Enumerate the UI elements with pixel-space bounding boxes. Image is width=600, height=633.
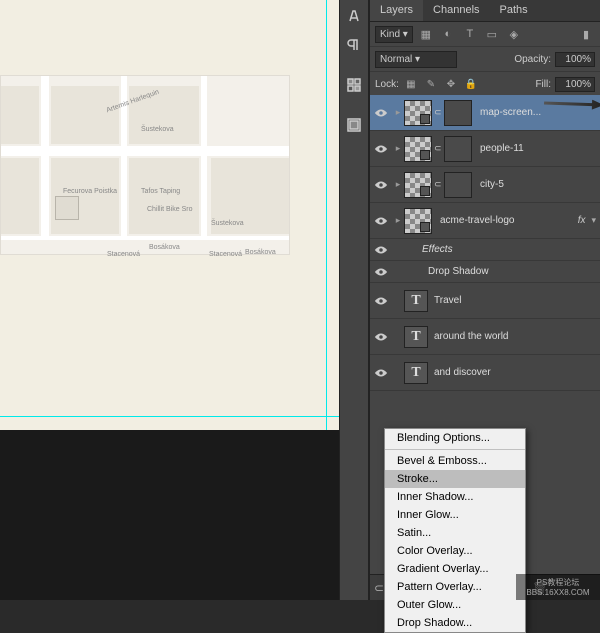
- layer-name[interactable]: acme-travel-logo: [440, 215, 578, 226]
- menu-inner-glow[interactable]: Inner Glow...: [385, 506, 525, 524]
- map-label: Stacenová: [209, 251, 242, 258]
- menu-pattern-overlay[interactable]: Pattern Overlay...: [385, 578, 525, 596]
- menu-bevel-emboss[interactable]: Bevel & Emboss...: [385, 452, 525, 470]
- layer-filter-row: Kind ▾ ▦ ◐ T ▭ ◈ ▮: [370, 22, 600, 47]
- visibility-toggle[interactable]: [370, 267, 392, 277]
- guide-vertical[interactable]: [326, 0, 327, 430]
- filter-type-icon[interactable]: T: [461, 25, 479, 43]
- map-label: Stacenová: [107, 251, 140, 258]
- visibility-toggle[interactable]: [370, 245, 392, 255]
- layer-effect-drop-shadow[interactable]: Drop Shadow: [370, 261, 600, 283]
- link-mask-icon[interactable]: ⊂: [434, 107, 444, 118]
- layer-row-map-screen[interactable]: ▸ ⊂ map-screen...: [370, 95, 600, 131]
- layer-row-discover[interactable]: T and discover: [370, 355, 600, 391]
- opacity-label: Opacity:: [514, 54, 551, 65]
- visibility-toggle[interactable]: [370, 108, 392, 118]
- filter-smart-icon[interactable]: ◈: [505, 25, 523, 43]
- text-layer-icon: T: [404, 362, 428, 384]
- map-layer-content: Šustekova Fecurova Poistka Tafos Taping …: [0, 75, 290, 255]
- visibility-toggle[interactable]: [370, 332, 392, 342]
- map-label: Bosákova: [149, 244, 180, 251]
- visibility-toggle[interactable]: [370, 368, 392, 378]
- document-canvas[interactable]: Šustekova Fecurova Poistka Tafos Taping …: [0, 0, 340, 430]
- visibility-toggle[interactable]: [370, 216, 392, 226]
- layer-thumbnail[interactable]: [404, 208, 432, 234]
- lock-all-icon[interactable]: 🔒: [463, 76, 479, 92]
- text-layer-icon: T: [404, 326, 428, 348]
- effects-label: Effects: [422, 244, 453, 255]
- tab-paths[interactable]: Paths: [490, 0, 538, 21]
- layer-name[interactable]: map-screen...: [480, 107, 600, 118]
- menu-inner-shadow[interactable]: Inner Shadow...: [385, 488, 525, 506]
- character-panel-icon[interactable]: [341, 3, 367, 29]
- panel-tabs: Layers Channels Paths: [370, 0, 600, 22]
- paragraph-panel-icon[interactable]: [341, 32, 367, 58]
- filter-kind-dropdown[interactable]: Kind ▾: [375, 26, 413, 43]
- tab-layers[interactable]: Layers: [370, 0, 423, 21]
- menu-blending-options[interactable]: Blending Options...: [385, 429, 525, 447]
- lock-transparency-icon[interactable]: ▦: [403, 76, 419, 92]
- visibility-toggle[interactable]: [370, 144, 392, 154]
- layer-name[interactable]: Travel: [434, 295, 600, 306]
- layer-name[interactable]: and discover: [434, 367, 600, 378]
- blend-mode-row: Normal ▾ Opacity: 100%: [370, 47, 600, 72]
- fx-expand-toggle[interactable]: ▾: [591, 215, 596, 226]
- lock-position-icon[interactable]: ✥: [443, 76, 459, 92]
- mask-thumbnail[interactable]: [444, 136, 472, 162]
- tab-channels[interactable]: Channels: [423, 0, 489, 21]
- layer-thumbnail[interactable]: [404, 172, 432, 198]
- visibility-toggle[interactable]: [370, 180, 392, 190]
- blend-mode-dropdown[interactable]: Normal ▾: [375, 51, 457, 68]
- filter-shape-icon[interactable]: ▭: [483, 25, 501, 43]
- fill-input[interactable]: 100%: [555, 77, 595, 92]
- mask-thumbnail[interactable]: [444, 172, 472, 198]
- layer-row-people[interactable]: ▸ ⊂ people-11: [370, 131, 600, 167]
- link-mask-icon[interactable]: ⊂: [434, 143, 444, 154]
- map-label: Fecurova Poistka: [63, 188, 117, 195]
- map-label: Chillit Bike Sro: [147, 206, 193, 213]
- text-layer-icon: T: [404, 290, 428, 312]
- layer-thumbnail[interactable]: [404, 100, 432, 126]
- map-label: Tafos Taping: [141, 188, 180, 195]
- collapsed-panels-strip: [339, 0, 369, 600]
- layer-row-travel[interactable]: T Travel: [370, 283, 600, 319]
- menu-separator: [385, 449, 525, 450]
- canvas-outside-area: [0, 430, 340, 600]
- lock-label: Lock:: [375, 79, 399, 90]
- link-mask-icon[interactable]: ⊂: [434, 179, 444, 190]
- layer-row-around[interactable]: T around the world: [370, 319, 600, 355]
- filter-adjustment-icon[interactable]: ◐: [439, 25, 457, 43]
- watermark: PS教程论坛 BBS.16XX8.COM: [516, 574, 600, 600]
- menu-outer-glow[interactable]: Outer Glow...: [385, 596, 525, 614]
- layer-style-context-menu: Blending Options... Bevel & Emboss... St…: [384, 428, 526, 633]
- mask-thumbnail[interactable]: [444, 100, 472, 126]
- fx-indicator[interactable]: fx: [578, 215, 586, 226]
- map-label: Šustekova: [141, 126, 174, 133]
- layer-row-logo[interactable]: ▸ acme-travel-logo fx ▾: [370, 203, 600, 239]
- layer-name[interactable]: people-11: [480, 143, 600, 154]
- layer-row-city[interactable]: ▸ ⊂ city-5: [370, 167, 600, 203]
- effect-name: Drop Shadow: [428, 266, 489, 277]
- opacity-input[interactable]: 100%: [555, 52, 595, 67]
- menu-gradient-overlay[interactable]: Gradient Overlay...: [385, 560, 525, 578]
- filter-pixel-icon[interactable]: ▦: [417, 25, 435, 43]
- layer-thumbnail[interactable]: [404, 136, 432, 162]
- fill-label: Fill:: [535, 79, 551, 90]
- filter-toggle-switch[interactable]: ▮: [577, 25, 595, 43]
- menu-stroke[interactable]: Stroke...: [385, 470, 525, 488]
- menu-satin[interactable]: Satin...: [385, 524, 525, 542]
- map-label: Šustekova: [211, 220, 244, 227]
- layer-name[interactable]: city-5: [480, 179, 600, 190]
- swatches-panel-icon[interactable]: [341, 72, 367, 98]
- menu-drop-shadow[interactable]: Drop Shadow...: [385, 614, 525, 632]
- brush-panel-icon[interactable]: [341, 112, 367, 138]
- menu-color-overlay[interactable]: Color Overlay...: [385, 542, 525, 560]
- layer-name[interactable]: around the world: [434, 331, 600, 342]
- layer-effects-header[interactable]: Effects: [370, 239, 600, 261]
- guide-horizontal[interactable]: [0, 416, 340, 417]
- lock-row: Lock: ▦ ✎ ✥ 🔒 Fill: 100%: [370, 72, 600, 97]
- visibility-toggle[interactable]: [370, 296, 392, 306]
- map-label: Bosákova: [245, 249, 276, 256]
- lock-pixels-icon[interactable]: ✎: [423, 76, 439, 92]
